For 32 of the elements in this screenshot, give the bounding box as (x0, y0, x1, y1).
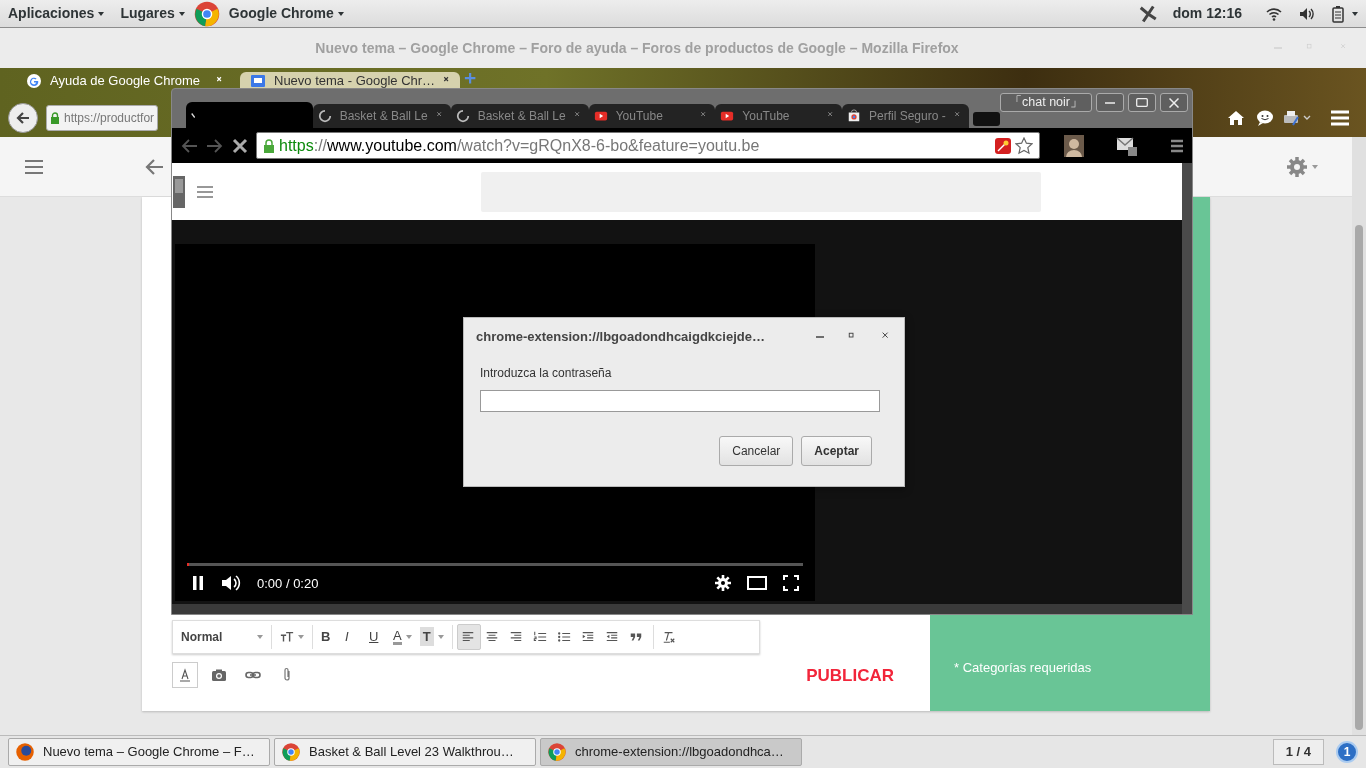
publish-button[interactable]: PUBLICAR (800, 661, 900, 689)
clock[interactable]: dom 12:16 (1164, 3, 1250, 24)
required-note: * Categorías requeridas (954, 658, 1093, 677)
browser-tab[interactable]: YouTube (588, 104, 716, 128)
dialog-title: chrome-extension://lbgoadondhcaigdkciejde… (476, 328, 766, 347)
cancel-button[interactable]: Cancelar (719, 436, 794, 466)
bold-button[interactable]: B (317, 623, 341, 650)
taskbar-item[interactable]: Basket & Ball Level 23 Walkthrou… (274, 738, 536, 766)
style-dropdown[interactable]: Normal (177, 623, 267, 650)
browser-tab[interactable]: Basket & Ball Le (450, 104, 589, 128)
panel-menu[interactable]: Aplicaciones (0, 3, 113, 24)
accept-button[interactable]: Aceptar (801, 436, 872, 466)
time-display: 0:00 / 0:20 (257, 574, 319, 593)
field-label: Introduzca la contraseña (480, 365, 613, 382)
panel-menu[interactable]: Google Chrome (220, 3, 352, 24)
profile-button[interactable]: 「chat noir」 (1000, 93, 1092, 112)
browser-tab[interactable]: Ayuda de Google Chrome (16, 72, 236, 89)
text-color-button[interactable]: A (389, 623, 416, 650)
browser-tab[interactable]: Perfil Seguro - (842, 104, 969, 128)
panel-menu[interactable]: Lugares (112, 3, 193, 24)
workspace-switcher[interactable]: 1 / 4 (1272, 739, 1324, 765)
browser-tab[interactable]: YouTube (715, 104, 842, 128)
address-bar[interactable]: https://productfor (46, 104, 159, 131)
browser-tab[interactable]: Basket & Ball Le (312, 104, 451, 128)
address-bar[interactable]: https://www.youtube.com/watch?v=gRQnX8-6-bo&feature=youtu.be (256, 132, 1040, 159)
highlight-button[interactable]: T (415, 623, 448, 650)
window-title: Nuevo tema – Google Chrome – Foro de ayuda – Foros de productos de Google – Mozilla Firefox (314, 38, 960, 58)
underline-button[interactable]: U (365, 623, 389, 650)
taskbar-item[interactable]: chrome-extension://lbgoadondhca… (540, 738, 802, 766)
taskbar-item[interactable]: Nuevo tema – Google Chrome – F… (8, 738, 270, 766)
italic-button[interactable]: I (341, 623, 365, 650)
notification-badge[interactable]: 1 (1336, 741, 1358, 763)
